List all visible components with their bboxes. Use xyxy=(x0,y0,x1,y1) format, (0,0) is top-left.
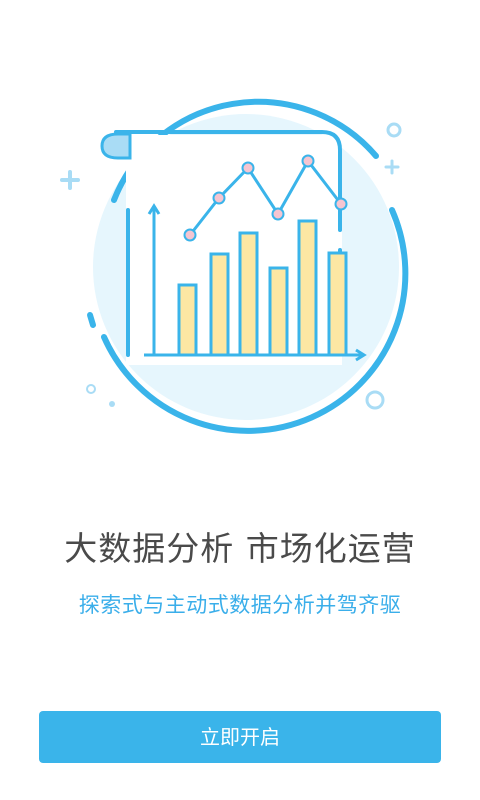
bar-4 xyxy=(268,266,289,357)
headline: 大数据分析 市场化运营 xyxy=(64,529,416,568)
plus-sparkle-right-icon xyxy=(384,159,400,175)
trend-point-6 xyxy=(334,197,348,211)
circle-ring-dash xyxy=(87,312,96,328)
trend-point-5 xyxy=(301,154,315,168)
ring-sparkle-bottom-icon xyxy=(365,390,385,410)
bar-6 xyxy=(327,251,348,357)
dot-sparkle-icon xyxy=(109,401,115,407)
trend-point-1 xyxy=(183,228,197,242)
data-analysis-illustration xyxy=(60,98,409,434)
subheadline: 探索式与主动式数据分析并驾齐驱 xyxy=(78,593,402,617)
bar-5 xyxy=(297,219,318,357)
bar-3 xyxy=(238,231,259,357)
bar-2 xyxy=(209,252,230,357)
trend-point-3 xyxy=(241,161,255,175)
paper-curl xyxy=(100,132,132,160)
small-ring-sparkle-icon xyxy=(86,384,96,394)
ring-sparkle-top-icon xyxy=(386,122,402,138)
trend-point-4 xyxy=(271,207,285,221)
start-now-button[interactable]: 立即开启 xyxy=(39,711,441,763)
bar-1 xyxy=(177,283,198,357)
trend-point-2 xyxy=(212,191,226,205)
plus-sparkle-left-icon xyxy=(60,170,80,190)
